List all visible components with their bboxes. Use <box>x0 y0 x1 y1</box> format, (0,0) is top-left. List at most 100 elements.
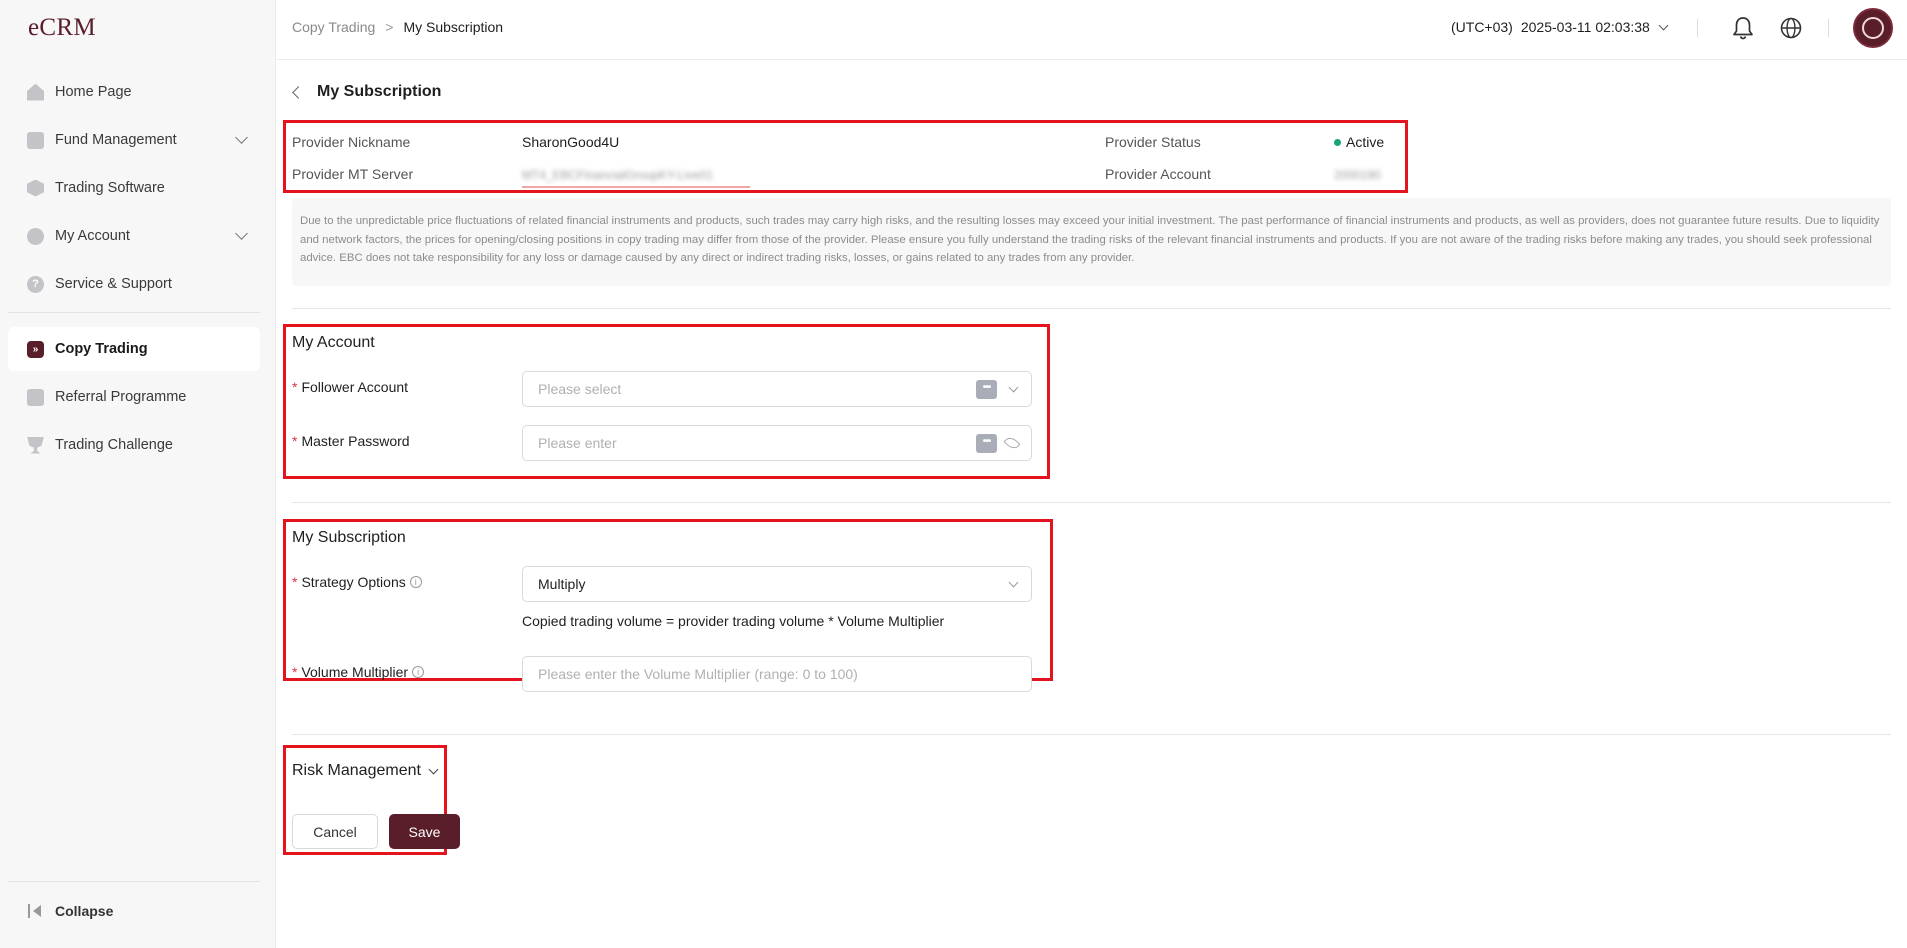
cancel-button[interactable]: Cancel <box>292 814 378 849</box>
volume-multiplier-label: * Volume Multiplier i <box>292 664 425 680</box>
server-underline <box>522 186 750 188</box>
breadcrumb-parent-link[interactable]: Copy Trading <box>292 19 375 35</box>
avatar-logo-icon <box>1862 17 1884 39</box>
header-divider <box>1828 19 1829 37</box>
referral-icon <box>27 388 44 406</box>
collapse-button[interactable]: Collapse <box>28 903 113 919</box>
trophy-icon <box>27 436 44 454</box>
provider-nickname-label: Provider Nickname <box>292 134 411 150</box>
avatar[interactable] <box>1853 8 1893 48</box>
status-dot-icon <box>1334 138 1341 146</box>
required-marker: * <box>292 574 298 590</box>
chevron-down-icon <box>235 131 248 144</box>
strategy-options-value: Multiply <box>538 576 586 592</box>
page-title: My Subscription <box>292 83 442 101</box>
user-icon <box>27 227 44 245</box>
risk-management-toggle[interactable]: Risk Management <box>292 762 439 780</box>
provider-server-value: MT4_EBCFinancialGroupKY-Live01 <box>522 168 713 182</box>
master-password-label: * Master Password <box>292 433 410 449</box>
header-divider <box>1697 19 1698 37</box>
breadcrumb: Copy Trading > My Subscription <box>292 19 503 35</box>
main-content: My Subscription Provider Nickname Sharon… <box>277 61 1907 948</box>
sidebar-item-copy-trading[interactable]: » Copy Trading <box>8 327 260 371</box>
sidebar-item-service-support[interactable]: ? Service & Support <box>8 262 260 306</box>
password-manager-icon[interactable]: ••• <box>976 434 997 453</box>
sidebar-item-label: My Account <box>55 228 130 244</box>
section-divider <box>292 502 1891 503</box>
master-password-placeholder: Please enter <box>538 435 617 451</box>
sidebar-item-label: Copy Trading <box>55 341 148 357</box>
required-marker: * <box>292 433 298 449</box>
info-icon[interactable]: i <box>412 666 425 679</box>
globe-icon[interactable] <box>1780 17 1802 39</box>
sidebar-item-trading-challenge[interactable]: Trading Challenge <box>8 423 260 467</box>
sidebar-item-trading-software[interactable]: Trading Software <box>8 166 260 210</box>
sidebar-divider <box>8 312 260 313</box>
top-header: Copy Trading > My Subscription (UTC+03) … <box>277 0 1907 60</box>
chevron-down-icon <box>1008 577 1019 588</box>
risk-management-title: Risk Management <box>292 762 421 779</box>
breadcrumb-current: My Subscription <box>403 19 504 35</box>
chevron-down-icon <box>1008 382 1019 393</box>
save-button[interactable]: Save <box>389 814 460 849</box>
provider-status-badge: Active <box>1334 134 1384 150</box>
page-title-text: My Subscription <box>317 83 442 100</box>
password-manager-icon[interactable]: ••• <box>976 380 997 399</box>
my-account-section-title: My Account <box>292 334 375 351</box>
help-icon: ? <box>27 275 44 293</box>
my-subscription-section-title: My Subscription <box>292 529 406 546</box>
datetime-label: 2025-03-11 02:03:38 <box>1520 19 1650 35</box>
chevron-down-icon <box>235 227 248 240</box>
timezone-selector[interactable]: (UTC+03) 2025-03-11 02:03:38 <box>1451 19 1669 35</box>
sidebar-item-referral-programme[interactable]: Referral Programme <box>8 375 260 419</box>
timezone-label: (UTC+03) <box>1451 19 1513 35</box>
sidebar-item-label: Service & Support <box>55 276 172 292</box>
eye-icon[interactable] <box>1003 434 1021 452</box>
section-divider <box>292 308 1891 309</box>
collapse-label: Collapse <box>55 903 114 919</box>
sidebar: eCRM Home Page Fund Management Trading S… <box>0 0 276 948</box>
provider-account-label: Provider Account <box>1105 166 1211 182</box>
breadcrumb-separator-icon: > <box>385 19 394 35</box>
sidebar-item-label: Referral Programme <box>55 389 187 405</box>
back-arrow-icon[interactable] <box>292 85 305 99</box>
strategy-options-select[interactable]: Multiply <box>522 566 1032 602</box>
strategy-options-label: * Strategy Options i <box>292 574 422 590</box>
sidebar-item-label: Fund Management <box>55 132 177 148</box>
home-icon <box>27 83 44 101</box>
strategy-options-label-text: Strategy Options <box>301 574 406 590</box>
bell-icon[interactable] <box>1732 16 1754 40</box>
sidebar-item-fund-management[interactable]: Fund Management <box>8 118 260 162</box>
volume-multiplier-input[interactable]: Please enter the Volume Multiplier (rang… <box>522 656 1032 692</box>
collapse-icon <box>28 904 46 918</box>
volume-multiplier-placeholder: Please enter the Volume Multiplier (rang… <box>538 666 858 682</box>
provider-status-label: Provider Status <box>1105 134 1201 150</box>
provider-status-value: Active <box>1346 134 1385 150</box>
follower-account-select[interactable]: Please select ••• <box>522 371 1032 407</box>
required-marker: * <box>292 379 298 395</box>
master-password-label-text: Master Password <box>301 433 410 449</box>
volume-formula-hint: Copied trading volume = provider trading… <box>522 613 945 629</box>
sidebar-item-label: Trading Software <box>55 180 165 196</box>
sidebar-item-my-account[interactable]: My Account <box>8 214 260 258</box>
volume-multiplier-label-text: Volume Multiplier <box>301 664 409 680</box>
fund-icon <box>27 131 44 149</box>
sidebar-item-home[interactable]: Home Page <box>8 70 260 114</box>
follower-account-label-text: Follower Account <box>301 379 409 395</box>
section-divider <box>292 734 1891 735</box>
sidebar-item-label: Trading Challenge <box>55 437 173 453</box>
cube-icon <box>27 179 44 197</box>
sidebar-item-label: Home Page <box>55 84 132 100</box>
copy-trading-icon: » <box>27 340 44 358</box>
required-marker: * <box>292 664 298 680</box>
app-logo[interactable]: eCRM <box>28 14 96 42</box>
master-password-input[interactable]: Please enter ••• <box>522 425 1032 461</box>
provider-server-label: Provider MT Server <box>292 166 414 182</box>
chevron-down-icon <box>428 764 439 774</box>
provider-info-highlight <box>283 120 1408 193</box>
risk-disclaimer: Due to the unpredictable price fluctuati… <box>292 198 1891 286</box>
follower-account-label: * Follower Account <box>292 379 408 395</box>
info-icon[interactable]: i <box>409 576 422 589</box>
follower-account-placeholder: Please select <box>538 381 622 397</box>
chevron-down-icon <box>1658 20 1669 30</box>
